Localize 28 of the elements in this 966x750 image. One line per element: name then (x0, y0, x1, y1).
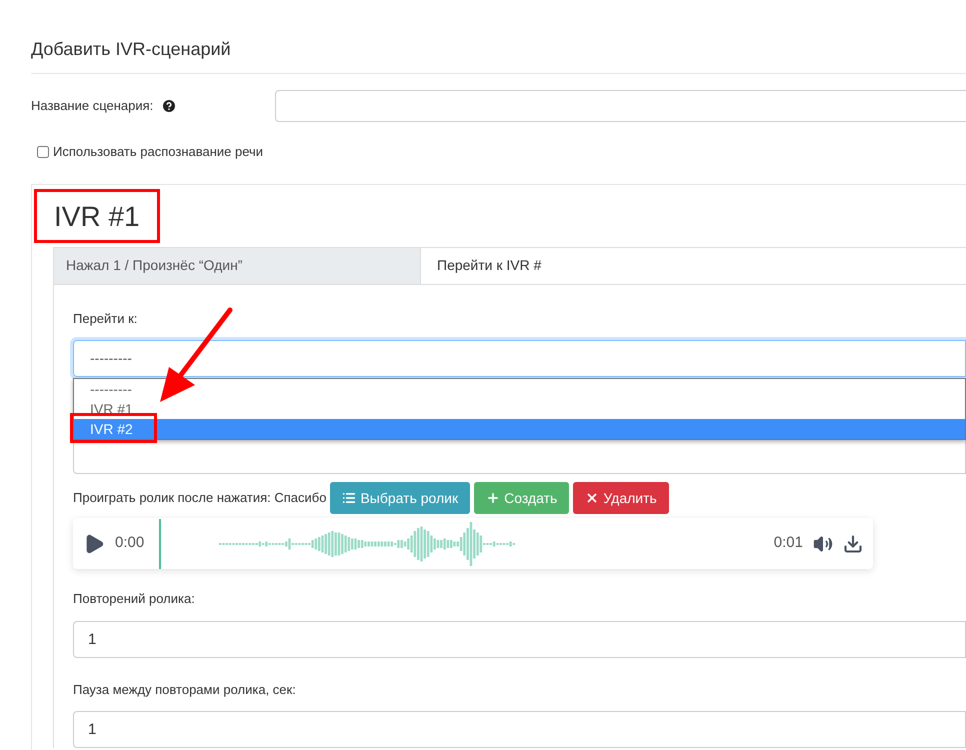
checkbox[interactable] (37, 146, 49, 158)
field-label: Перейти к: (73, 310, 138, 328)
rule-trigger: Нажал 1 / Произнёс “Один” (54, 248, 421, 284)
dropdown-option[interactable]: --------- (74, 379, 965, 399)
rule-action: Перейти к IVR # (421, 248, 966, 284)
input-field[interactable]: 1 (73, 620, 966, 658)
select-field[interactable]: --------- (73, 340, 966, 377)
action-button[interactable]: Удалить (573, 482, 669, 514)
play-label: Проиграть ролик после нажатия: Спасибо (73, 489, 326, 508)
download-icon[interactable] (843, 534, 863, 554)
duration: 0:01 (774, 533, 803, 554)
page-title: Добавить IVR-сценарий (31, 38, 231, 61)
input-field[interactable] (73, 437, 966, 474)
input-field[interactable] (275, 90, 966, 122)
close-icon (585, 491, 600, 505)
field-label: Пауза между повторами ролика, сек: (73, 680, 297, 699)
current-time: 0:00 (115, 533, 146, 554)
help-icon (163, 100, 175, 112)
list-icon (342, 491, 356, 505)
checkbox-label: Использовать распознавание речи (53, 143, 264, 161)
dropdown-option[interactable]: IVR #2 (74, 419, 965, 439)
field-label: Название сценария: (31, 97, 154, 116)
action-button[interactable]: Выбрать ролик (330, 482, 470, 514)
input-field[interactable]: 1 (73, 711, 966, 748)
volume-icon[interactable] (813, 534, 833, 554)
ivr-title: IVR #1 (34, 188, 160, 242)
field-label: Повторений ролика: (73, 590, 196, 608)
plus-icon (486, 491, 500, 505)
